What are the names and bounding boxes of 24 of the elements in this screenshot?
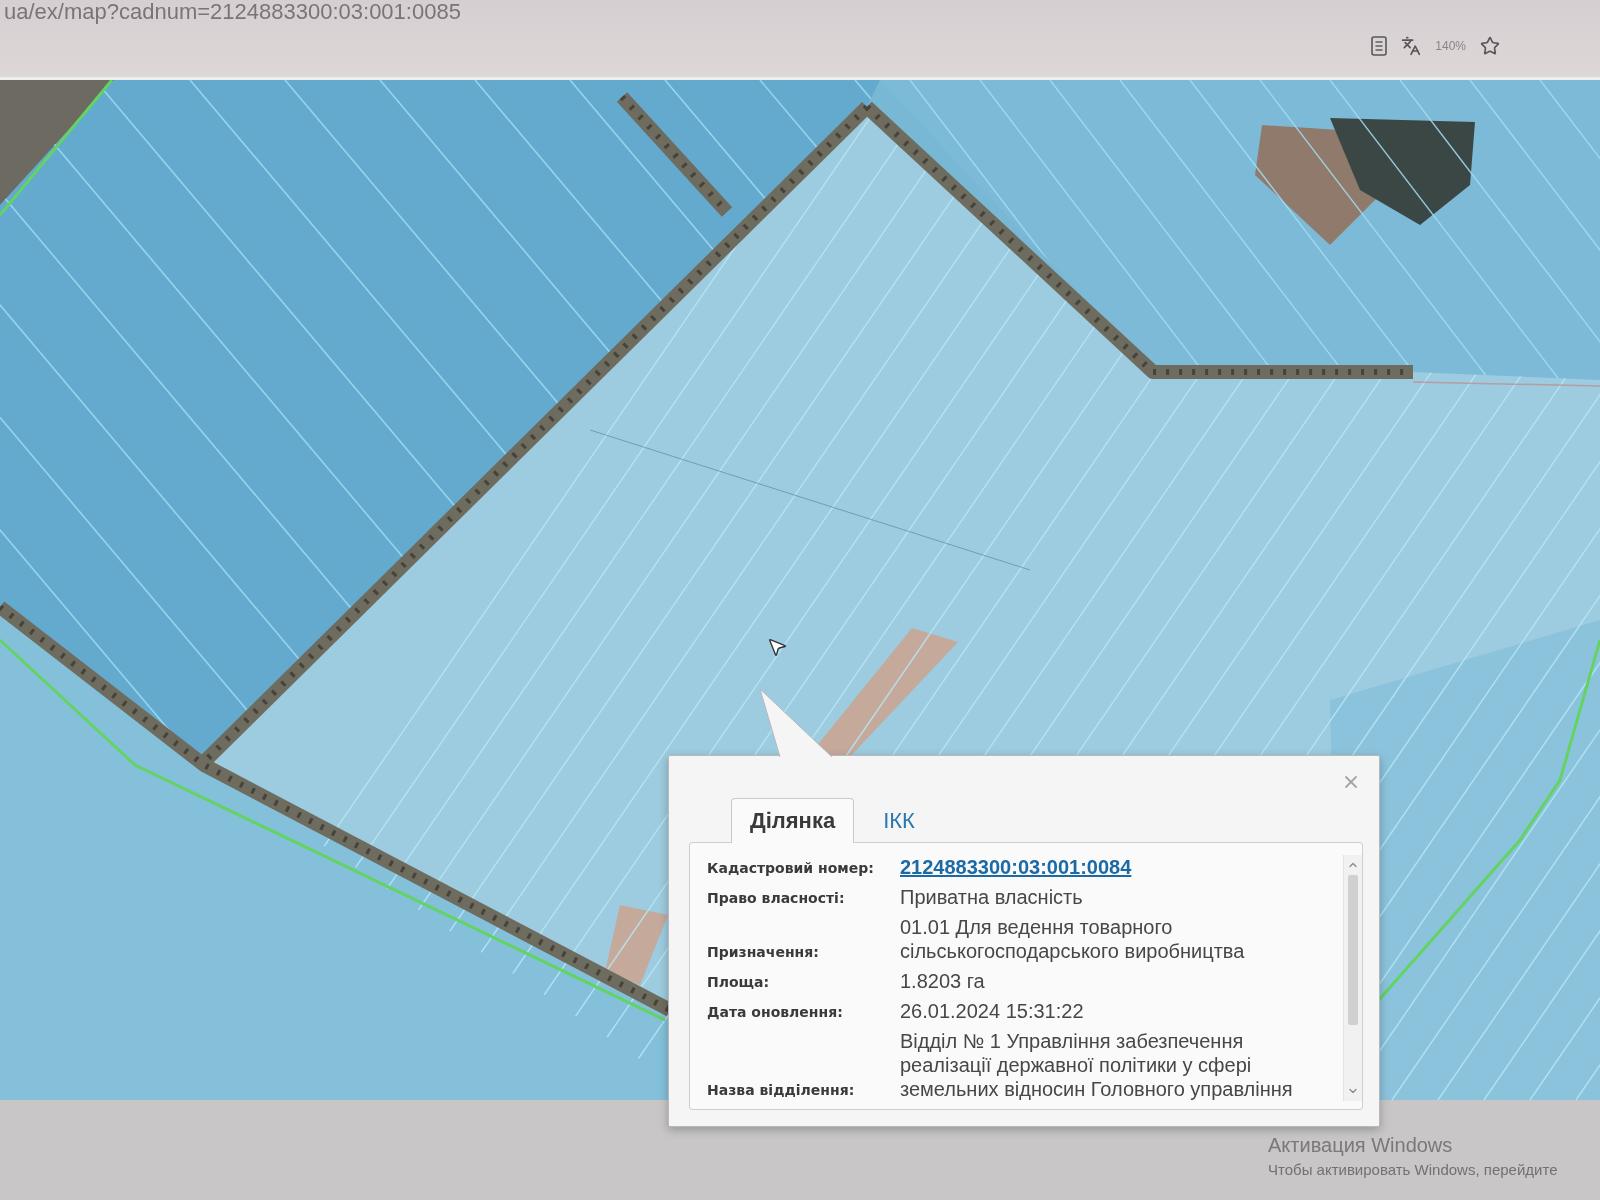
field-label: Призначення: <box>707 943 820 962</box>
star-icon[interactable] <box>1480 36 1500 56</box>
cadastral-number-link[interactable]: 2124883300:03:001:0084 <box>900 855 1132 879</box>
field-label: Площа: <box>707 973 771 992</box>
zoom-level: 140% <box>1435 39 1466 53</box>
cursor-icon <box>766 636 788 658</box>
field-value: Приватна власність <box>900 885 1084 909</box>
field-value: 1.8203 га <box>900 969 986 993</box>
address-url[interactable]: ua/ex/map?cadnum=2124883300:03:001:0085 <box>0 0 461 24</box>
field-label: Назва відділення: <box>707 1081 856 1100</box>
field-label: Дата оновлення: <box>707 1003 844 1022</box>
activation-notice-text: Чтобы активировать Windows, перейдите <box>1268 1161 1558 1178</box>
field-label: Кадастровий номер: <box>707 859 875 878</box>
field-value: 01.01 Для ведення товарного сільськогосподарського виробництва <box>900 915 1246 963</box>
scrollbar-track[interactable] <box>1343 855 1362 1101</box>
scroll-thumb[interactable] <box>1348 875 1358 1025</box>
popup-tab[interactable]: ІКК <box>864 798 934 843</box>
activation-notice-title: Активация Windows <box>1268 1134 1453 1157</box>
field-value: Відділ № 1 Управління забезпечення реалізації державної політики у сфері земельних відносин Головного управління <box>900 1029 1294 1101</box>
popup-tab[interactable]: Ділянка <box>731 798 855 843</box>
document-icon[interactable] <box>1371 36 1388 56</box>
field-value: 26.01.2024 15:31:22 <box>900 999 1085 1023</box>
translate-icon[interactable] <box>1401 36 1422 56</box>
field-label: Право власності: <box>707 889 846 908</box>
